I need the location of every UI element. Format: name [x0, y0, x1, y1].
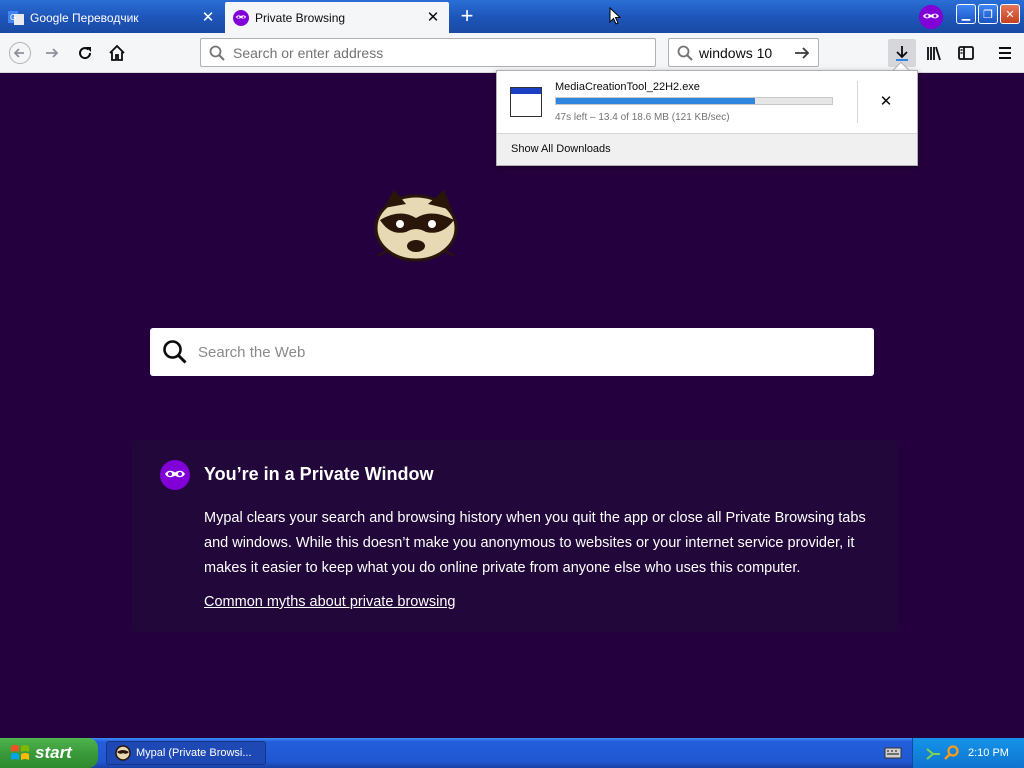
svg-text:G: G: [10, 13, 16, 22]
search-icon: [677, 45, 693, 61]
download-arrow-icon: [896, 46, 908, 61]
web-search-input[interactable]: [198, 343, 838, 361]
keyboard-icon[interactable]: [884, 746, 902, 760]
tab-private-browsing[interactable]: Private Browsing ✕: [225, 2, 449, 33]
private-browsing-myths-link[interactable]: Common myths about private browsing: [204, 594, 455, 610]
raccoon-mascot-image: [374, 190, 458, 262]
taskbar-item-label: Mypal (Private Browsi...: [136, 747, 252, 759]
hamburger-menu-icon: [999, 47, 1011, 59]
navigation-toolbar: [0, 33, 1024, 73]
back-arrow-icon: [9, 42, 31, 64]
search-input[interactable]: [699, 44, 789, 61]
minimize-button[interactable]: ▁: [956, 4, 976, 24]
private-window-description: Mypal clears your search and browsing hi…: [204, 510, 866, 576]
library-button[interactable]: [920, 39, 948, 67]
private-mask-icon: [160, 460, 190, 490]
taskbar-item-mypal[interactable]: Mypal (Private Browsi...: [106, 741, 266, 765]
menu-button[interactable]: [991, 39, 1019, 67]
taskbar: start Mypal (Private Browsi... 2:10 PM: [0, 738, 1024, 768]
mypal-app-icon: [115, 745, 131, 761]
search-icon: [163, 340, 187, 364]
web-search-box[interactable]: [150, 328, 874, 376]
restore-button[interactable]: ❐: [978, 4, 998, 24]
reload-icon: [79, 47, 92, 60]
start-label: start: [35, 743, 72, 762]
home-button[interactable]: [103, 39, 131, 67]
private-browsing-indicator-icon: [919, 5, 943, 29]
search-icon: [209, 45, 225, 61]
show-all-downloads-button[interactable]: Show All Downloads: [497, 133, 917, 165]
sidebar-toggle-button[interactable]: [952, 39, 980, 67]
library-icon: [927, 46, 941, 61]
search-icon[interactable]: [944, 745, 960, 761]
address-bar[interactable]: [200, 38, 656, 67]
private-window-title: You’re in a Private Window: [204, 464, 434, 484]
cancel-download-button[interactable]: ✕: [875, 91, 897, 113]
private-mask-icon: [233, 9, 249, 26]
search-bar[interactable]: [668, 38, 819, 67]
close-tab-icon[interactable]: ✕: [425, 9, 441, 26]
forward-arrow-icon: [46, 48, 59, 58]
forward-button[interactable]: [38, 39, 66, 67]
exe-file-icon: [510, 87, 542, 117]
download-progress-bar: [555, 97, 833, 105]
tab-title: Google Переводчик: [30, 10, 139, 25]
home-icon: [109, 44, 125, 61]
tab-google-translate[interactable]: G Google Переводчик ✕: [0, 2, 224, 33]
search-go-arrow-icon[interactable]: [793, 44, 811, 62]
reload-button[interactable]: [71, 39, 99, 67]
network-icon[interactable]: [925, 745, 941, 761]
mouse-cursor-icon: [609, 7, 621, 25]
system-tray: 2:10 PM: [912, 738, 1024, 768]
google-translate-icon: G: [8, 10, 24, 25]
divider: [857, 81, 858, 123]
download-progress-fill: [556, 98, 755, 104]
show-all-downloads-label: Show All Downloads: [511, 143, 611, 155]
close-tab-icon[interactable]: ✕: [200, 9, 216, 26]
sidebar-icon: [958, 46, 974, 60]
windows-logo-icon: [11, 745, 29, 760]
tab-strip: G Google Переводчик ✕ Private Browsing ✕…: [0, 0, 1024, 33]
start-button[interactable]: start: [0, 738, 98, 768]
tab-title: Private Browsing: [255, 10, 346, 25]
address-input[interactable]: [233, 44, 633, 61]
download-filename: MediaCreationTool_22H2.exe: [555, 81, 700, 93]
window-close-button[interactable]: ✕: [1000, 4, 1020, 24]
download-status: 47s left – 13.4 of 18.6 MB (121 KB/sec): [555, 112, 730, 123]
private-window-info-card: You’re in a Private Window Mypal clears …: [132, 440, 898, 632]
back-button[interactable]: [6, 39, 34, 67]
clock: 2:10 PM: [968, 747, 1009, 759]
new-tab-button[interactable]: +: [454, 4, 480, 30]
download-item[interactable]: MediaCreationTool_22H2.exe 47s left – 13…: [497, 71, 917, 133]
downloads-panel: MediaCreationTool_22H2.exe 47s left – 13…: [496, 70, 918, 166]
